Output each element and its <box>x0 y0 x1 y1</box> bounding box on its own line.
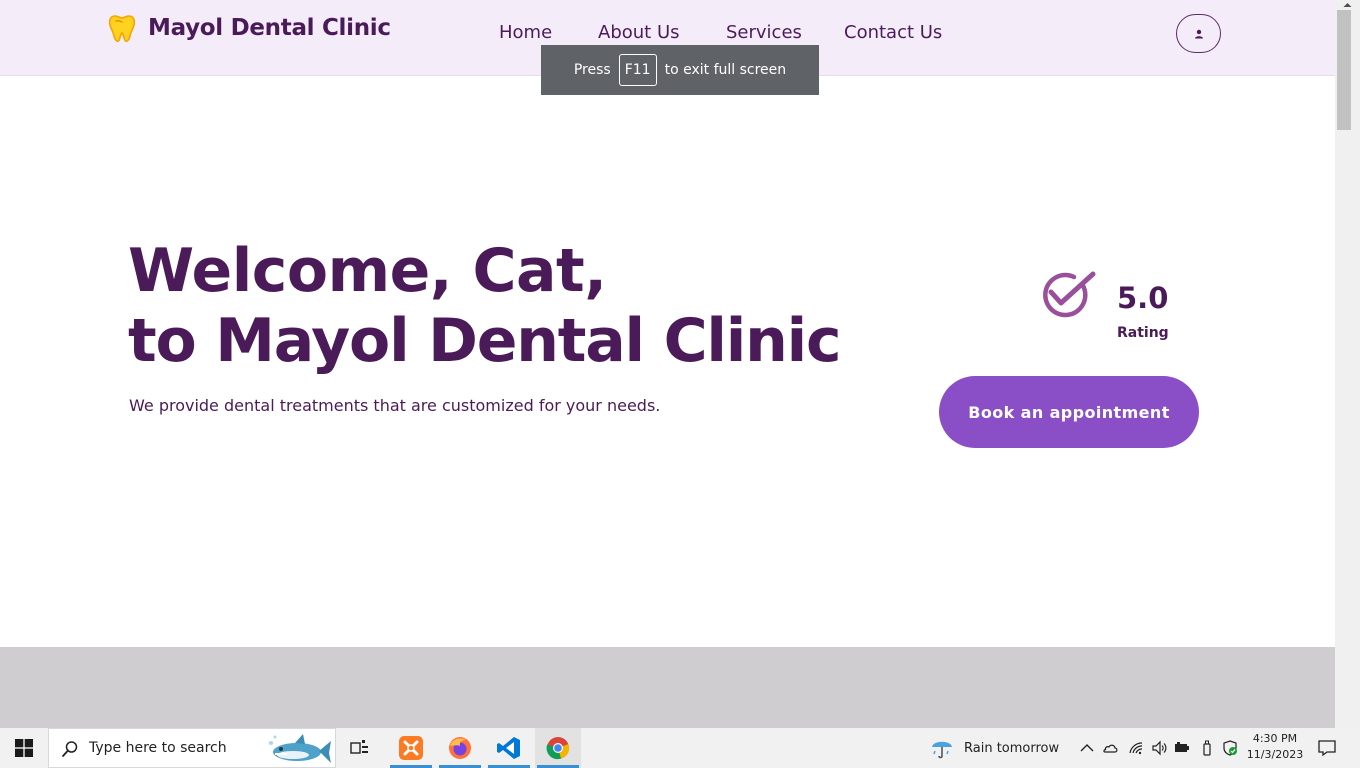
taskbar-clock[interactable]: 4:30 PM 11/3/2023 <box>1246 731 1304 763</box>
task-view-icon <box>350 740 368 754</box>
onedrive-cloud-icon[interactable] <box>1102 740 1118 756</box>
taskbar-weather[interactable]: Rain tomorrow <box>930 728 1059 768</box>
profile-button[interactable] <box>1176 14 1221 53</box>
hero-welcome-title: Welcome, Cat, <box>128 236 607 306</box>
user-icon <box>1194 29 1203 38</box>
nav-home-link[interactable]: Home <box>499 22 552 43</box>
windows-logo-icon <box>15 739 33 757</box>
scroll-up-arrow-icon[interactable] <box>1338 0 1357 9</box>
browser-viewport: Mayol Dental Clinic Home About Us Servic… <box>0 0 1335 728</box>
xampp-icon <box>399 736 423 760</box>
rating-label: Rating <box>1117 325 1169 341</box>
taskbar-search[interactable]: Type here to search <box>48 728 336 768</box>
search-placeholder: Type here to search <box>89 740 227 756</box>
start-button[interactable] <box>0 728 48 768</box>
toast-key: F11 <box>618 54 657 86</box>
battery-icon[interactable] <box>1174 740 1190 756</box>
taskbar-chrome[interactable] <box>535 728 581 768</box>
volume-icon[interactable] <box>1151 740 1167 756</box>
search-icon <box>62 741 78 757</box>
fullscreen-exit-toast: Press F11 to exit full screen <box>541 45 819 95</box>
nav-services-link[interactable]: Services <box>726 22 802 43</box>
security-shield-icon[interactable] <box>1222 740 1238 756</box>
toast-prefix: Press <box>573 62 611 78</box>
clock-time: 4:30 PM <box>1252 732 1298 745</box>
taskbar-vscode[interactable] <box>486 728 532 768</box>
wifi-icon[interactable] <box>1128 740 1144 756</box>
vscode-icon <box>497 737 520 759</box>
hero-clinic-title: to Mayol Dental Clinic <box>128 306 842 376</box>
clock-date: 11/3/2023 <box>1246 748 1304 761</box>
windows-taskbar: Type here to search Rain tomorrow 4:30 P… <box>0 728 1360 768</box>
nav-contact-link[interactable]: Contact Us <box>844 22 942 43</box>
hero-subtitle: We provide dental treatments that are cu… <box>129 396 661 415</box>
chrome-icon <box>546 737 570 760</box>
usb-device-icon[interactable] <box>1199 740 1215 756</box>
taskbar-task-view[interactable] <box>337 728 383 768</box>
main-nav: Home About Us Services Contact Us <box>0 22 1335 46</box>
umbrella-rain-icon <box>932 741 952 759</box>
rating-value: 5.0 <box>1117 281 1169 315</box>
show-hidden-icons-chevron-icon[interactable] <box>1079 740 1095 756</box>
search-highlight-shark-icon <box>269 734 331 763</box>
next-section-band <box>0 647 1335 728</box>
check-circle-icon <box>1043 271 1096 318</box>
firefox-icon <box>449 737 471 759</box>
book-appointment-button[interactable]: Book an appointment <box>939 376 1199 448</box>
taskbar-firefox[interactable] <box>437 728 483 768</box>
notifications-icon[interactable] <box>1318 739 1336 757</box>
scrollbar-thumb[interactable] <box>1337 10 1351 130</box>
toast-suffix: to exit full screen <box>664 62 787 78</box>
taskbar-xampp[interactable] <box>388 728 434 768</box>
nav-about-link[interactable]: About Us <box>598 22 680 43</box>
weather-text: Rain tomorrow <box>964 740 1060 756</box>
